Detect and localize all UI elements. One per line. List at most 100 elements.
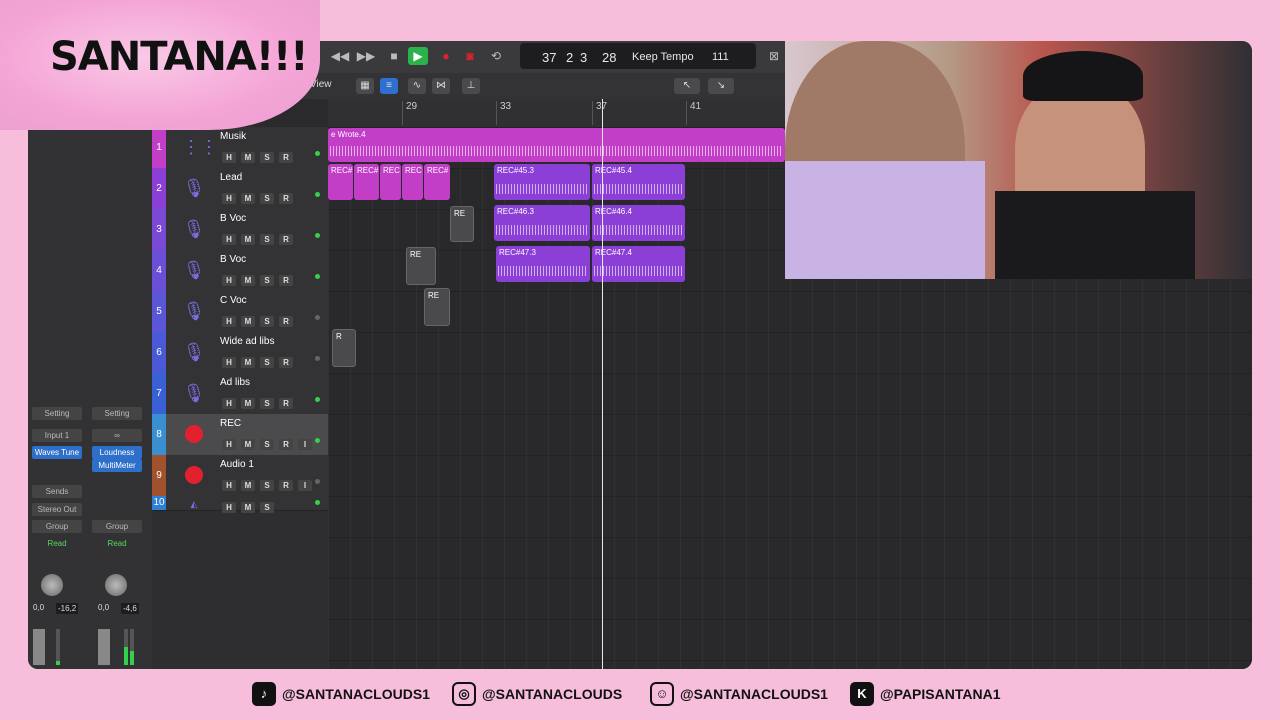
- stop-icon[interactable]: ■: [384, 47, 404, 65]
- track-button-h[interactable]: H: [222, 502, 236, 513]
- group-slot[interactable]: Group: [92, 520, 142, 533]
- pan-knob[interactable]: [105, 574, 127, 596]
- audio-region[interactable]: REC: [380, 164, 401, 200]
- audio-region[interactable]: REC#45.3: [494, 164, 590, 200]
- track-button-m[interactable]: M: [241, 439, 255, 450]
- track-button-h[interactable]: H: [222, 480, 236, 491]
- play-button[interactable]: ▶: [408, 47, 428, 65]
- track-name[interactable]: Musik: [220, 131, 246, 142]
- track-button-s[interactable]: S: [260, 480, 274, 491]
- automation-icon[interactable]: ∿: [408, 78, 426, 94]
- track-button-r[interactable]: R: [279, 357, 293, 368]
- track-button-m[interactable]: M: [241, 480, 255, 491]
- track-button-s[interactable]: S: [260, 152, 274, 163]
- track-button-h[interactable]: H: [222, 398, 236, 409]
- track-button-m[interactable]: M: [241, 502, 255, 513]
- track-button-h[interactable]: H: [222, 234, 236, 245]
- track-button-m[interactable]: M: [241, 193, 255, 204]
- track-name[interactable]: C Voc: [220, 295, 247, 306]
- track-button-s[interactable]: S: [260, 193, 274, 204]
- audio-region[interactable]: REC#46.4: [592, 205, 685, 241]
- audio-region[interactable]: REC#47.3: [496, 246, 590, 282]
- snap-icon[interactable]: ⊥: [462, 78, 480, 94]
- track-header[interactable]: 3 🎙 B Voc H M S R: [152, 209, 328, 251]
- plugin-slot[interactable]: Loudness: [92, 446, 142, 459]
- audio-region[interactable]: R: [332, 329, 356, 367]
- track-button-s[interactable]: S: [260, 234, 274, 245]
- track-header[interactable]: 1 ⋮⋮ Musik H M S R: [152, 127, 328, 169]
- track-name[interactable]: REC: [220, 418, 241, 429]
- audio-region[interactable]: REC: [402, 164, 423, 200]
- track-name[interactable]: Audio 1: [220, 459, 254, 470]
- sends-slot[interactable]: Sends: [32, 485, 82, 498]
- list-icon[interactable]: ≡: [380, 78, 398, 94]
- track-button-s[interactable]: S: [260, 439, 274, 450]
- track-header[interactable]: 7 🎙 Ad libs H M S R: [152, 373, 328, 415]
- track-header[interactable]: 10 ◭ H M S: [152, 496, 328, 513]
- track-header[interactable]: 4 🎙 B Voc H M S R: [152, 250, 328, 292]
- close-icon[interactable]: ⊠: [764, 47, 784, 65]
- track-header[interactable]: 5 🎙 C Voc H M S R: [152, 291, 328, 333]
- rewind-icon[interactable]: ◀◀: [330, 47, 350, 65]
- pencil-tool-icon[interactable]: ↘: [708, 78, 734, 94]
- pointer-tool-icon[interactable]: ↖: [674, 78, 700, 94]
- automation-mode[interactable]: Read: [92, 537, 142, 550]
- track-button-h[interactable]: H: [222, 439, 236, 450]
- track-button-r[interactable]: R: [279, 152, 293, 163]
- track-header[interactable]: 6 🎙 Wide ad libs H M S R: [152, 332, 328, 374]
- track-button-s[interactable]: S: [260, 275, 274, 286]
- track-button-m[interactable]: M: [241, 234, 255, 245]
- audio-region[interactable]: REC#: [354, 164, 379, 200]
- record-icon[interactable]: ●: [436, 47, 456, 65]
- track-header[interactable]: 8 REC H M S R I: [152, 414, 328, 456]
- audio-region[interactable]: REC#47.4: [592, 246, 685, 282]
- setting-button[interactable]: Setting: [32, 407, 82, 420]
- track-button-r[interactable]: R: [279, 275, 293, 286]
- track-button-i[interactable]: I: [298, 480, 312, 491]
- input-slot[interactable]: Input 1: [32, 429, 82, 442]
- track-button-m[interactable]: M: [241, 357, 255, 368]
- track-button-m[interactable]: M: [241, 152, 255, 163]
- setting-button[interactable]: Setting: [92, 407, 142, 420]
- track-name[interactable]: Lead: [220, 172, 242, 183]
- track-button-r[interactable]: R: [279, 480, 293, 491]
- track-button-r[interactable]: R: [279, 234, 293, 245]
- lcd-display[interactable]: 37 2 3 28 Keep Tempo 111: [520, 43, 756, 69]
- track-button-m[interactable]: M: [241, 275, 255, 286]
- audio-region[interactable]: RE: [406, 247, 436, 285]
- track-name[interactable]: Wide ad libs: [220, 336, 274, 347]
- bar-ruler[interactable]: 29 33 37 41: [328, 99, 785, 128]
- track-button-r[interactable]: R: [279, 398, 293, 409]
- grid-icon[interactable]: ▦: [356, 78, 374, 94]
- link-icon[interactable]: ∞: [92, 429, 142, 442]
- track-button-r[interactable]: R: [279, 439, 293, 450]
- audio-region[interactable]: REC#: [424, 164, 450, 200]
- playhead[interactable]: [602, 99, 603, 669]
- track-button-h[interactable]: H: [222, 316, 236, 327]
- track-button-h[interactable]: H: [222, 275, 236, 286]
- track-button-r[interactable]: R: [279, 316, 293, 327]
- track-header[interactable]: 9 Audio 1 HMSRI: [152, 455, 328, 497]
- track-name[interactable]: Ad libs: [220, 377, 250, 388]
- audio-region[interactable]: REC#46.3: [494, 205, 590, 241]
- output-slot[interactable]: Stereo Out: [32, 503, 82, 516]
- track-button-h[interactable]: H: [222, 193, 236, 204]
- audio-region[interactable]: REC#45.4: [592, 164, 685, 200]
- track-header[interactable]: 2 🎙 Lead H M S R: [152, 168, 328, 210]
- track-button-h[interactable]: H: [222, 357, 236, 368]
- track-button-s[interactable]: S: [260, 398, 274, 409]
- plugin-slot[interactable]: Waves Tune: [32, 446, 82, 459]
- track-button-s[interactable]: S: [260, 502, 274, 513]
- fast-forward-icon[interactable]: ▶▶: [356, 47, 376, 65]
- cycle-icon[interactable]: ⟲: [486, 47, 506, 65]
- flex-icon[interactable]: ⋈: [432, 78, 450, 94]
- track-button-s[interactable]: S: [260, 316, 274, 327]
- track-name[interactable]: B Voc: [220, 254, 246, 265]
- audio-region[interactable]: RE: [424, 288, 450, 326]
- track-button-h[interactable]: H: [222, 152, 236, 163]
- audio-region[interactable]: e Wrote.4: [328, 128, 785, 162]
- track-button-s[interactable]: S: [260, 357, 274, 368]
- fader[interactable]: [33, 629, 45, 665]
- plugin-slot[interactable]: MultiMeter: [92, 459, 142, 472]
- group-slot[interactable]: Group: [32, 520, 82, 533]
